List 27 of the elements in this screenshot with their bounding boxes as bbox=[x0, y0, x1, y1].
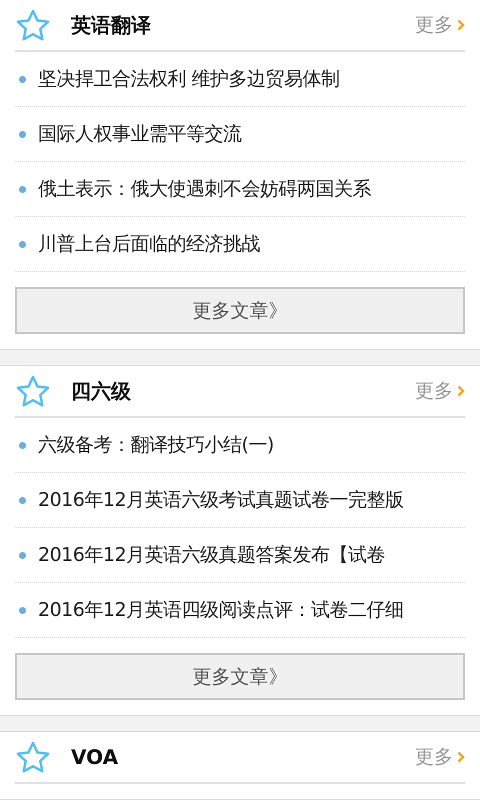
bullet-icon bbox=[19, 186, 26, 192]
section-title: 四六级 bbox=[71, 378, 132, 404]
article-link[interactable]: 坚决捍卫合法权利 维护多边贸易体制 bbox=[38, 66, 340, 92]
article-link[interactable]: 俄土表示：俄大使遇刺不会妨碍两国关系 bbox=[38, 176, 371, 202]
article-link[interactable]: 2016年12月英语六级真题答案发布【试卷 bbox=[38, 542, 386, 568]
bullet-icon bbox=[19, 76, 26, 82]
bullet-icon bbox=[19, 442, 26, 448]
bullet-icon bbox=[19, 606, 26, 614]
chevron-icon bbox=[457, 19, 465, 31]
star-icon bbox=[15, 8, 51, 42]
article-link[interactable]: 2016年12月英语六级考试真题试卷一完整版 bbox=[38, 487, 404, 513]
bullet-icon bbox=[19, 496, 26, 504]
more-articles-button[interactable]: 更多文章》 bbox=[15, 287, 465, 334]
section-title: VOA bbox=[71, 745, 120, 769]
article-link[interactable]: 川普上台后面临的经济挑战 bbox=[38, 231, 260, 257]
bullet-icon bbox=[19, 552, 26, 558]
star-icon bbox=[15, 374, 51, 408]
article-link[interactable]: 六级备考：翻译技巧小结(一) bbox=[38, 432, 274, 458]
bullet-icon bbox=[19, 130, 26, 138]
chevron-icon bbox=[457, 751, 465, 763]
chevron-icon bbox=[457, 385, 465, 397]
star-icon bbox=[15, 740, 51, 774]
article-link[interactable]: 2016年12月英语四级阅读点评：试卷二仔细 bbox=[38, 597, 404, 623]
more-articles-button[interactable]: 更多文章》 bbox=[15, 653, 465, 700]
bullet-icon bbox=[19, 240, 26, 248]
article-link[interactable]: 国际人权事业需平等交流 bbox=[38, 121, 242, 147]
section-title: 英语翻译 bbox=[71, 12, 152, 38]
